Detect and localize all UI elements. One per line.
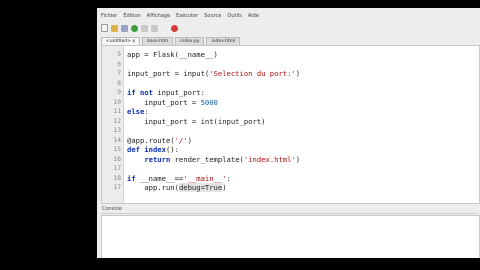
menu-item-5[interactable]: Outils [227, 12, 241, 21]
line-number: 5 [117, 51, 121, 58]
line-number: 11 [113, 108, 121, 115]
code-line: 16 return render_template('index.html') [102, 155, 479, 165]
console-divider [101, 213, 478, 214]
code-line: 13 [102, 126, 479, 136]
menu-bar: Fichier Édition Affichage Exécuter Source Out… [97, 12, 480, 21]
line-number: 14 [113, 136, 121, 144]
run-icon[interactable] [131, 24, 138, 32]
menu-item-3[interactable]: Exécuter [176, 12, 198, 21]
line-number: 8 [117, 79, 121, 87]
code-line: 8 [102, 79, 479, 89]
menu-item-1[interactable]: Édition [123, 12, 140, 21]
code-line: 9 if not input_port: [102, 88, 479, 98]
code-text: @app.route('/') [127, 135, 192, 145]
new-file-icon[interactable] [101, 24, 108, 32]
save-icon[interactable] [121, 24, 128, 32]
code-line: 17 app.run(debug=True) [102, 183, 479, 193]
stop-icon[interactable] [141, 24, 148, 32]
code-text: input_port = 5000 [127, 97, 218, 107]
line-number: 18 [113, 174, 121, 182]
line-number: 16 [113, 155, 121, 163]
editor-tabs: <untitled> x base.htm index.py index.htm… [101, 35, 241, 45]
line-number: 10 [113, 98, 121, 106]
line-number: 12 [113, 117, 121, 125]
code-line: 10 input_port = 5000 [102, 98, 479, 108]
code-line: 5 app = Flask(__name__) [102, 50, 479, 60]
code-text: app = Flask(__name__) [127, 50, 218, 59]
tab-base[interactable]: base.htm [142, 37, 174, 45]
code-line: 11 else: [102, 107, 479, 117]
tab-index-py[interactable]: index.py [175, 37, 205, 45]
code-text: if __name__=='__main__': [127, 173, 231, 183]
menu-item-6[interactable]: Aide [248, 12, 259, 21]
code-text: input_port = int(input_port) [127, 116, 266, 126]
console-label: Console [102, 206, 122, 212]
tab-untitled[interactable]: <untitled> x [101, 37, 140, 45]
code-editor[interactable]: 5 app = Flask(__name__) 6 7 input_port = inp… [101, 45, 480, 204]
menu-item-0[interactable]: Fichier [101, 12, 117, 21]
line-number: 17 [113, 165, 121, 172]
code-text: app.run(debug=True) [127, 183, 227, 192]
code-line: 17 [102, 164, 479, 174]
line-number: 13 [113, 127, 121, 134]
code-text: def index(): [127, 145, 179, 154]
line-number: 9 [117, 89, 121, 96]
toolbar [97, 22, 480, 34]
code-line: 6 [102, 60, 479, 70]
line-number: 17 [113, 184, 121, 191]
debug-icon[interactable] [151, 24, 158, 32]
close-icon[interactable] [171, 24, 178, 32]
code-line: 14 @app.route('/') [102, 136, 479, 146]
code-text: if not input_port: [127, 88, 205, 97]
line-number: 15 [113, 146, 121, 153]
open-file-icon[interactable] [111, 24, 118, 32]
code-text: return render_template('index.html') [144, 154, 301, 164]
console-panel[interactable] [101, 215, 480, 258]
tab-index-html[interactable]: index.html [206, 37, 241, 45]
menu-item-4[interactable]: Source [204, 12, 221, 21]
code-line: 7 input_port = input('Selection du port:'… [102, 69, 479, 79]
line-number: 7 [117, 70, 121, 77]
code-text: else: [127, 107, 149, 116]
menu-item-2[interactable]: Affichage [147, 12, 171, 21]
code-text: input_port = input('Selection du port:') [127, 69, 301, 78]
code-line: 15 def index(): [102, 145, 479, 155]
code-line: 12 input_port = int(input_port) [102, 117, 479, 127]
line-number: 6 [117, 60, 121, 68]
code-line: 18 if __name__=='__main__': [102, 174, 479, 184]
ide-window: Fichier Édition Affichage Exécuter Source Out… [97, 8, 480, 258]
